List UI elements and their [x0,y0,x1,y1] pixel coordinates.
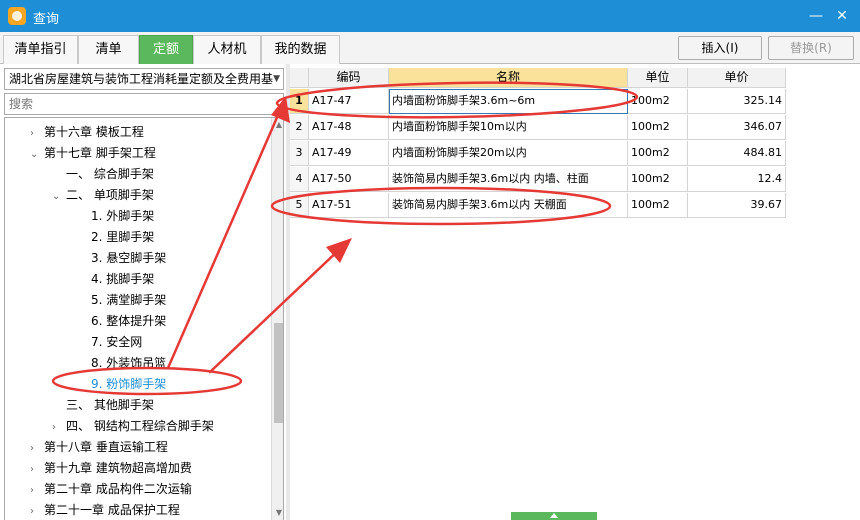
bottom-panel-toggle[interactable] [511,512,597,520]
tree-item-selected[interactable]: 9. 粉饰脚手架 [77,374,166,395]
tab-bar: 清单指引 清单 定额 人材机 我的数据 插入(I) 替换(R) [0,32,860,64]
tree-item[interactable]: 3. 悬空脚手架 [77,248,166,269]
insert-button[interactable]: 插入(I) [678,36,762,60]
table-row[interactable]: 4 A17-50 装饰简易内脚手架3.6m以内 内墙、柱面 100m2 12.4 [290,167,786,192]
tree-item[interactable]: 6. 整体提升架 [77,311,166,332]
header-unit[interactable]: 单位 [628,68,688,88]
scroll-up-icon[interactable]: ▲ [272,120,283,129]
tab-bill-guide[interactable]: 清单指引 [3,35,78,64]
left-panel: 湖北省房屋建筑与装饰工程消耗量定额及全费用基 ▼ 搜索 › 第十六章 模板工程 ⌄… [0,64,286,520]
tab-labor-material-machine[interactable]: 人材机 [193,35,261,64]
tab-quota[interactable]: 定额 [139,35,193,64]
expand-arrow-icon[interactable]: › [52,417,66,438]
tree-item[interactable]: › 第十六章 模板工程 [30,122,144,143]
minimize-button[interactable]: — [806,6,826,26]
chevron-down-icon: ▼ [273,74,280,84]
tree-item[interactable]: › 第二十章 成品构件二次运输 [30,479,192,500]
header-index [290,68,309,88]
tree-scrollbar[interactable]: ▲ ▼ [271,118,283,520]
window-title: 查询 [33,12,60,27]
tab-bill[interactable]: 清单 [78,35,139,64]
tree-item[interactable]: 8. 外装饰吊篮 [77,353,166,374]
arrowhead-icon [326,238,352,263]
tree-item[interactable]: 2. 里脚手架 [77,227,154,248]
expand-arrow-icon[interactable]: › [30,123,44,144]
tree-item[interactable]: 4. 挑脚手架 [77,269,154,290]
tree-item[interactable]: 1. 外脚手架 [77,206,154,227]
expand-arrow-icon[interactable]: › [30,501,44,520]
header-code[interactable]: 编码 [309,68,389,88]
replace-button[interactable]: 替换(R) [768,36,854,60]
quota-library-value: 湖北省房屋建筑与装饰工程消耗量定额及全费用基 [9,72,274,86]
tree-item[interactable]: › 第十九章 建筑物超高增加费 [30,458,192,479]
expand-arrow-icon[interactable]: › [30,480,44,501]
table-row[interactable]: 1 A17-47 内墙面粉饰脚手架3.6m~6m 100m2 325.14 [290,89,786,114]
tree-item[interactable]: 5. 满堂脚手架 [77,290,166,311]
tree-item[interactable]: ⌄ 二、 单项脚手架 [52,185,154,206]
collapse-arrow-icon[interactable]: ⌄ [52,186,66,207]
expand-arrow-icon[interactable]: › [30,438,44,459]
chapter-tree: › 第十六章 模板工程 ⌄ 第十七章 脚手架工程 一、 综合脚手架 ⌄ 二、 单项脚手… [4,117,284,520]
close-button[interactable]: ✕ [832,6,852,26]
table-row[interactable]: 3 A17-49 内墙面粉饰脚手架20m以内 100m2 484.81 [290,141,786,166]
tree-item[interactable]: › 第二十一章 成品保护工程 [30,500,180,520]
collapse-arrow-icon[interactable]: ⌄ [30,144,44,165]
search-input[interactable]: 搜索 [4,93,284,115]
title-bar: 查询 — ✕ [0,0,860,32]
table-row[interactable]: 2 A17-48 内墙面粉饰脚手架10m以内 100m2 346.07 [290,115,786,140]
app-icon [8,7,26,25]
tree-item[interactable]: 三、 其他脚手架 [52,395,154,416]
expand-arrow-icon[interactable]: › [30,459,44,480]
tree-item[interactable]: ⌄ 第十七章 脚手架工程 [30,143,156,164]
header-price[interactable]: 单价 [688,68,786,88]
tree-item[interactable]: 一、 综合脚手架 [52,164,154,185]
header-name[interactable]: 名称 [389,68,628,88]
quota-library-select[interactable]: 湖北省房屋建筑与装饰工程消耗量定额及全费用基 ▼ [4,68,284,90]
tree-item[interactable]: 7. 安全网 [77,332,142,353]
tree-item[interactable]: › 第十八章 垂直运输工程 [30,437,168,458]
table-row[interactable]: 5 A17-51 装饰简易内脚手架3.6m以内 天棚面 100m2 39.67 [290,193,786,218]
scroll-down-icon[interactable]: ▼ [272,508,283,517]
scrollbar-thumb[interactable] [274,323,283,423]
tree-item[interactable]: › 四、 钢结构工程综合脚手架 [52,416,214,437]
tab-my-data[interactable]: 我的数据 [261,35,340,64]
